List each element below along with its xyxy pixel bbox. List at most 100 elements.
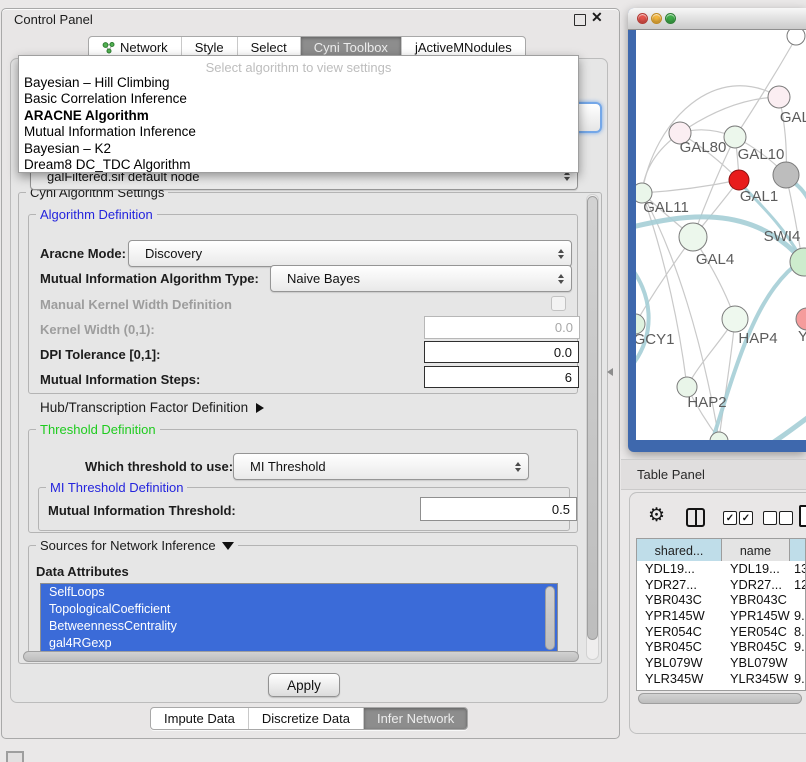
node-label-gal80: GAL80 — [680, 139, 727, 156]
algorithm-option-mutual-information-inference[interactable]: Mutual Information Inference — [19, 124, 578, 140]
mi-threshold-value: 0.5 — [552, 502, 570, 517]
cyni-bottom-tab-bar: Impute Data Discretize Data Infer Network — [150, 707, 468, 730]
attribute-item-betweennesscentrality[interactable]: BetweennessCentrality — [41, 618, 557, 635]
table-row[interactable]: YPR145WYPR145W9. — [637, 608, 805, 624]
select-all-checkbox-icon[interactable]: ✓ — [723, 511, 737, 525]
network-canvas[interactable]: GAL2GAL80GAL10GAL1GAL11SWI4GAL4GCY1HAP4Y… — [636, 30, 806, 440]
table-row[interactable]: YBL079WYBL079W — [637, 655, 805, 671]
attribute-item-gal4rgexp[interactable]: gal4RGexp — [41, 635, 557, 652]
mi-algorithm-type-value: Naive Bayes — [271, 271, 360, 286]
tab-impute-data[interactable]: Impute Data — [151, 708, 248, 729]
window-grip-icon[interactable] — [6, 751, 24, 762]
threshold-definition-title: Threshold Definition — [36, 422, 160, 437]
table-cell: YBL079W — [722, 655, 790, 671]
table-row[interactable]: YBR045CYBR045C9. — [637, 639, 805, 655]
tab-label: Discretize Data — [262, 711, 350, 726]
node-gal1[interactable] — [729, 170, 749, 190]
table-cell: YBR045C — [722, 639, 790, 655]
table-header-row: shared...name — [636, 538, 806, 563]
node-label-gal1: GAL1 — [740, 188, 778, 205]
apply-button-label: Apply — [287, 678, 321, 693]
node-label-swi4: SWI4 — [764, 228, 801, 245]
table-row[interactable]: YLR345WYLR345W9. — [637, 671, 805, 687]
tab-label: Network — [120, 40, 168, 55]
mi-steps-field[interactable]: 6 — [424, 366, 579, 388]
select-all-checkbox-icon-2[interactable]: ✓ — [739, 511, 753, 525]
float-button[interactable] — [574, 14, 586, 26]
deselect-all-checkbox-icon[interactable] — [763, 511, 777, 525]
column-header-name[interactable]: name — [722, 539, 790, 562]
network-edge-highlighted — [710, 260, 802, 440]
control-panel-title: Control Panel — [14, 12, 93, 27]
column-header-col2[interactable] — [790, 539, 806, 562]
aracne-mode-value: Discovery — [129, 246, 202, 261]
node-label-gal11: GAL11 — [643, 199, 689, 216]
minimize-traffic-light[interactable] — [651, 13, 662, 24]
table-row[interactable]: YBR043CYBR043C — [637, 592, 805, 608]
mi-threshold-field[interactable]: 0.5 — [420, 497, 577, 521]
attribute-item-topologicalcoefficient[interactable]: TopologicalCoefficient — [41, 601, 557, 618]
algorithm-option-basic-correlation-inference[interactable]: Basic Correlation Inference — [19, 91, 578, 107]
settings-vscrollbar-thumb[interactable] — [587, 196, 598, 640]
table-cell: YPR145W — [722, 608, 790, 624]
table-cell: 9. — [790, 608, 806, 624]
apply-button[interactable]: Apply — [268, 673, 340, 697]
data-attributes-label: Data Attributes — [36, 564, 129, 579]
table-cell: 9. — [790, 687, 806, 692]
mi-algorithm-type-combo[interactable]: Naive Bayes — [270, 265, 572, 292]
combo-spinner-icon — [558, 274, 564, 284]
which-threshold-value: MI Threshold — [234, 459, 326, 474]
manual-kernel-width-checkbox[interactable] — [551, 296, 566, 311]
gear-icon[interactable]: ⚙ — [648, 504, 665, 527]
table-cell — [790, 655, 806, 671]
node-label-gal2: GAL2 — [780, 109, 806, 126]
zoom-traffic-light[interactable] — [665, 13, 676, 24]
table-cell: YDL19... — [637, 561, 722, 577]
sources-group-title[interactable]: Sources for Network Inference — [36, 538, 238, 553]
node-unlabeled[interactable] — [773, 162, 799, 188]
algorithm-definition-title: Algorithm Definition — [36, 207, 157, 222]
data-attributes-list[interactable]: SelfLoopsTopologicalCoefficientBetweenne… — [40, 583, 558, 655]
node-gal10[interactable] — [724, 126, 746, 148]
aracne-mode-combo[interactable]: Discovery — [128, 240, 572, 267]
aracne-mode-label: Aracne Mode: — [40, 246, 126, 261]
attributes-list-vscrollbar[interactable] — [545, 586, 555, 650]
table-row[interactable]: YDR27...YDR27...12 — [637, 577, 805, 593]
splitpane-collapse-icon[interactable] — [607, 368, 613, 376]
tab-label: Impute Data — [164, 711, 235, 726]
tab-discretize-data[interactable]: Discretize Data — [248, 708, 363, 729]
combo-spinner-icon — [558, 249, 564, 259]
manual-kernel-width-label: Manual Kernel Width Definition — [40, 297, 232, 312]
algorithm-option-aracne-algorithm[interactable]: ARACNE Algorithm — [19, 108, 578, 124]
node-y[interactable] — [796, 308, 806, 330]
network-icon — [102, 41, 115, 54]
hub-section-label: Hub/Transcription Factor Definition — [40, 400, 248, 415]
tab-infer-network[interactable]: Infer Network — [363, 708, 467, 729]
table-row[interactable]: YIL052CYIL052C9. — [637, 687, 805, 692]
algorithm-option-dream8-dc-tdc-algorithm[interactable]: Dream8 DC_TDC Algorithm — [19, 157, 578, 173]
kernel-width-field[interactable]: 0.0 — [424, 316, 580, 339]
table-hscrollbar-thumb[interactable] — [638, 693, 802, 704]
new-table-icon[interactable] — [799, 505, 806, 527]
algorithm-option-bayesian-hill-climbing[interactable]: Bayesian – Hill Climbing — [19, 75, 578, 91]
node-gal2[interactable] — [768, 86, 790, 108]
which-threshold-combo[interactable]: MI Threshold — [233, 453, 529, 480]
tab-label: jActiveMNodules — [415, 40, 512, 55]
column-header-shared[interactable]: shared... — [637, 539, 722, 562]
table-cell: YIL052C — [722, 687, 790, 692]
split-columns-icon[interactable] — [686, 508, 705, 527]
settings-hscrollbar-thumb[interactable] — [23, 651, 579, 662]
hub-transcription-factor-section[interactable]: Hub/Transcription Factor Definition — [40, 400, 264, 415]
table-row[interactable]: YDL19...YDL19...13 — [637, 561, 805, 577]
close-traffic-light[interactable] — [637, 13, 648, 24]
close-button[interactable]: ✕ — [591, 9, 603, 26]
attribute-item-selfloops[interactable]: SelfLoops — [41, 584, 557, 601]
node-unlabeled[interactable] — [787, 30, 805, 45]
table-row[interactable]: YER054CYER054C8. — [637, 624, 805, 640]
node-hap4[interactable] — [722, 306, 748, 332]
dpi-tolerance-field[interactable]: 0.0 — [424, 341, 579, 363]
deselect-all-checkbox-icon-2[interactable] — [779, 511, 793, 525]
algorithm-option-bayesian-k2[interactable]: Bayesian – K2 — [19, 141, 578, 157]
table-cell: YLR345W — [722, 671, 790, 687]
node-gal4[interactable] — [679, 223, 707, 251]
